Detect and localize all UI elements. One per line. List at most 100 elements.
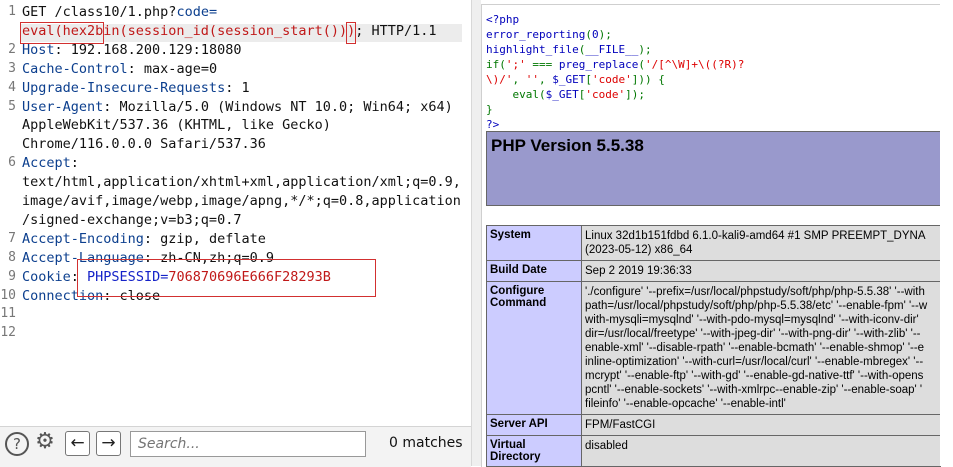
highlight-box-hex2bin — [20, 22, 104, 44]
request-line[interactable]: text/html,application/xhtml+xml,applicat… — [22, 174, 461, 190]
php-source-line: highlight_file(__FILE__); — [486, 43, 652, 56]
php-source-token: if( — [486, 58, 506, 71]
phpinfo-value: './configure' '--prefix=/usr/local/phpst… — [581, 281, 941, 415]
search-previous-button[interactable]: ← — [65, 431, 90, 456]
php-source-line: error_reporting(0); — [486, 28, 612, 41]
request-line[interactable]: image/avif,image/webp,image/apng,*/*;q=0… — [22, 193, 461, 209]
php-source-token: } — [486, 103, 493, 116]
request-token: /signed-exchange;v=b3;q=0.7 — [22, 211, 242, 228]
php-source-token: ( — [585, 28, 592, 41]
request-editor[interactable]: 1 GET /class10/1.php?code= eval(hex2bin(se… — [0, 0, 471, 426]
php-source-token: ';' — [505, 58, 526, 71]
request-line[interactable]: Accept-Encoding: gzip, deflate — [22, 231, 266, 247]
php-source-token: $_GET — [552, 73, 586, 86]
php-source-token: 'code' — [585, 88, 626, 101]
phpinfo-value-line: dir=/usr/local/freetype' '--with-jpeg-di… — [585, 328, 921, 340]
php-source-token: , — [512, 73, 526, 86]
request-token: Host — [22, 41, 55, 58]
php-source-token: \)/' — [486, 73, 513, 86]
php-source-token: ]); — [625, 88, 645, 101]
request-line[interactable]: Accept: — [22, 155, 79, 171]
php-source-line: if(';' === preg_replace('/[^\W]+\((?R)? — [486, 58, 744, 71]
settings-gear-icon[interactable]: ⚙ — [33, 431, 57, 456]
php-version-title: PHP Version 5.5.38 — [491, 136, 644, 155]
response-scrollbar[interactable] — [940, 4, 953, 466]
phpinfo-row: Server API FPM/FastCGI — [486, 414, 941, 436]
phpinfo-value-line: inline-optimization' '--with-curl=/usr/l… — [585, 356, 924, 368]
pane-divider[interactable] — [471, 0, 481, 466]
php-source-token: $_GET — [545, 88, 579, 101]
php-source-line: <?php — [486, 13, 519, 26]
request-line[interactable]: Cache-Control: max-age=0 — [22, 61, 217, 77]
line-number: 5 — [8, 98, 16, 114]
request-line[interactable]: Host: 192.168.200.129:18080 — [22, 42, 241, 58]
response-render-pane: PHP Version 5.5.38 System Linux 32d1b151f… — [481, 4, 941, 467]
phpinfo-row: System Linux 32d1b151fdbd 6.1.0-kali9-amd… — [486, 225, 941, 261]
request-token: : max-age=0 — [127, 60, 218, 77]
request-token: : Mozilla/5.0 (Windows NT 10.0; Win64; x… — [103, 98, 453, 115]
request-token: Accept — [22, 155, 71, 172]
php-source-token: ( — [638, 58, 645, 71]
php-source-line: eval($_GET['code']); — [486, 88, 645, 101]
php-source-line: ?> — [486, 118, 499, 131]
php-source-token: ); — [598, 28, 612, 41]
php-source-line: } — [486, 103, 493, 116]
phpinfo-value-line: (2023-05-12) x86_64 — [585, 244, 693, 256]
phpinfo-table: System Linux 32d1b151fdbd 6.1.0-kali9-amd… — [486, 225, 941, 467]
line-number: 3 — [8, 60, 16, 76]
php-source-token: ])) { — [631, 73, 665, 86]
php-source-token: '' — [525, 73, 539, 86]
request-token: : gzip, deflate — [143, 230, 266, 247]
search-next-button[interactable]: → — [96, 431, 121, 456]
line-number: 7 — [8, 230, 16, 246]
request-token: Upgrade-Insecure-Requests — [22, 79, 226, 96]
request-token: Cache-Control — [22, 60, 128, 77]
phpinfo-value: FPM/FastCGI — [581, 414, 941, 436]
phpinfo-value-line: FPM/FastCGI — [585, 419, 656, 431]
request-token: Cookie — [22, 268, 71, 285]
phpinfo-key: Virtual Directory — [486, 435, 582, 467]
request-token: image/avif,image/webp,image/apng,*/*;q=0… — [22, 193, 461, 209]
line-number: 10 — [0, 287, 16, 303]
phpinfo-value-line: with-mysqli=mysqlnd' '--with-pdo-mysql=m… — [585, 314, 919, 326]
phpinfo-row: Build Date Sep 2 2019 19:36:33 — [486, 260, 941, 282]
php-source-token: [ — [585, 73, 592, 86]
phpinfo-value-line: enable-xml' '--disable-rpath' '--enable-… — [585, 342, 925, 354]
phpinfo-value: Sep 2 2019 19:36:33 — [581, 260, 941, 282]
request-line[interactable]: /signed-exchange;v=b3;q=0.7 — [22, 212, 241, 228]
request-token: User-Agent — [22, 98, 104, 115]
request-line[interactable]: AppleWebKit/537.36 (KHTML, like Gecko) — [22, 117, 331, 133]
request-line[interactable]: Chrome/116.0.0.0 Safari/537.36 — [22, 136, 266, 152]
php-source-token: ); — [638, 43, 652, 56]
line-number: 8 — [8, 249, 16, 265]
line-number: 12 — [0, 325, 16, 341]
phpinfo-value-line: pcntl' '--enable-sockets' '--with-xmlrpc… — [585, 384, 923, 396]
php-source-token: === — [525, 58, 559, 71]
match-count: 0 matches — [389, 435, 463, 451]
php-source-token: highlight_file — [486, 43, 579, 56]
php-source-token: , — [539, 73, 553, 86]
phpinfo-value-line: mcrypt' '--enable-ftp' '--with-gd' '--en… — [585, 370, 924, 382]
php-source-token: '/[^\W]+\((?R)? — [644, 58, 745, 71]
php-source-token: ( — [538, 88, 546, 101]
request-token: code= — [176, 4, 218, 20]
line-number: 1 — [8, 4, 16, 19]
phpinfo-key: System — [486, 225, 582, 261]
phpinfo-value: disabled — [581, 435, 941, 467]
line-number: 2 — [8, 41, 16, 57]
line-number: 9 — [8, 268, 16, 284]
request-line[interactable]: Upgrade-Insecure-Requests: 1 — [22, 80, 250, 96]
search-input[interactable] — [130, 431, 366, 457]
phpinfo-value-line: './configure' '--prefix=/usr/local/phpst… — [585, 286, 925, 298]
help-icon[interactable]: ? — [5, 432, 29, 456]
request-token: : 192.168.200.129:18080 — [54, 41, 242, 58]
search-toolbar: ? ⚙ ← → 0 matches — [0, 426, 471, 467]
request-line[interactable]: GET /class10/1.php?code= — [22, 4, 217, 20]
highlight-box-cookie — [77, 259, 376, 297]
phpinfo-value: Linux 32d1b151fdbd 6.1.0-kali9-amd64 #1 … — [581, 225, 941, 261]
request-line[interactable]: User-Agent: Mozilla/5.0 (Windows NT 10.0… — [22, 99, 453, 115]
phpinfo-value-line: fileinfo' '--enable-opcache' '--enable-i… — [585, 398, 786, 410]
phpinfo-value-line: Linux 32d1b151fdbd 6.1.0-kali9-amd64 #1 … — [585, 230, 926, 242]
request-token: : 1 — [225, 79, 250, 96]
phpinfo-key: Server API — [486, 414, 582, 436]
